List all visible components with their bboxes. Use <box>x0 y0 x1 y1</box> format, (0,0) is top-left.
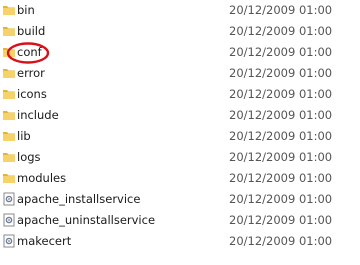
script-file-icon <box>3 213 15 227</box>
file-name: apache_uninstallservice <box>17 213 156 227</box>
file-row-lib[interactable]: lib 20/12/2009 01:00 <box>0 126 360 147</box>
file-name: modules <box>17 171 67 185</box>
file-date: 20/12/2009 01:00 <box>229 3 333 17</box>
file-row-include[interactable]: include 20/12/2009 01:00 <box>0 105 360 126</box>
file-name: logs <box>17 150 41 164</box>
file-date: 20/12/2009 01:00 <box>229 87 333 101</box>
file-row-error[interactable]: error 20/12/2009 01:00 <box>0 63 360 84</box>
file-name: makecert <box>17 234 72 248</box>
script-file-icon <box>3 234 15 248</box>
file-name: build <box>17 24 46 38</box>
folder-icon <box>3 48 15 57</box>
file-date: 20/12/2009 01:00 <box>229 24 333 38</box>
file-row-makecert[interactable]: makecert 20/12/2009 01:00 <box>0 231 360 252</box>
file-name: include <box>17 108 59 122</box>
file-date: 20/12/2009 01:00 <box>229 213 333 227</box>
file-name: icons <box>17 87 47 101</box>
file-date: 20/12/2009 01:00 <box>229 234 333 248</box>
file-row-modules[interactable]: modules 20/12/2009 01:00 <box>0 168 360 189</box>
file-date: 20/12/2009 01:00 <box>229 66 333 80</box>
file-row-logs[interactable]: logs 20/12/2009 01:00 <box>0 147 360 168</box>
file-row-apache-uninstallservice[interactable]: apache_uninstallservice 20/12/2009 01:00 <box>0 210 360 231</box>
file-row-apache-installservice[interactable]: apache_installservice 20/12/2009 01:00 <box>0 189 360 210</box>
file-name: bin <box>17 3 35 17</box>
file-date: 20/12/2009 01:00 <box>229 192 333 206</box>
file-row-icons[interactable]: icons 20/12/2009 01:00 <box>0 84 360 105</box>
file-date: 20/12/2009 01:00 <box>229 129 333 143</box>
file-name: conf <box>17 45 42 59</box>
file-row-build[interactable]: build 20/12/2009 01:00 <box>0 21 360 42</box>
folder-icon <box>3 132 15 141</box>
folder-icon <box>3 90 15 99</box>
folder-icon <box>3 27 15 36</box>
folder-icon <box>3 153 15 162</box>
folder-icon <box>3 174 15 183</box>
file-date: 20/12/2009 01:00 <box>229 171 333 185</box>
folder-icon <box>3 6 15 15</box>
file-name: apache_installservice <box>17 192 141 206</box>
file-name: lib <box>17 129 31 143</box>
folder-icon <box>3 69 15 78</box>
file-name: error <box>17 66 45 80</box>
script-file-icon <box>3 192 15 206</box>
file-row-conf[interactable]: conf 20/12/2009 01:00 <box>0 42 360 63</box>
file-list: bin 20/12/2009 01:00 build 20/12/2009 01… <box>0 0 360 252</box>
file-row-bin[interactable]: bin 20/12/2009 01:00 <box>0 0 360 21</box>
folder-icon <box>3 111 15 120</box>
file-date: 20/12/2009 01:00 <box>229 45 333 59</box>
file-date: 20/12/2009 01:00 <box>229 150 333 164</box>
file-date: 20/12/2009 01:00 <box>229 108 333 122</box>
